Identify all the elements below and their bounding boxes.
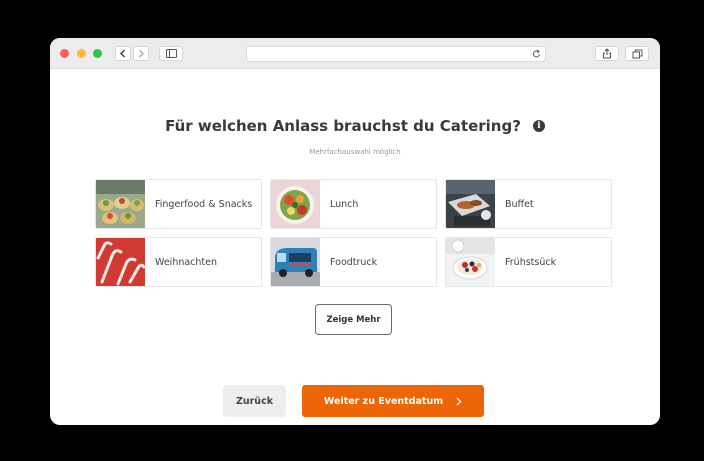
minimize-window-button[interactable] <box>77 49 86 58</box>
chevron-right-icon <box>456 397 462 405</box>
maximize-window-button[interactable] <box>93 49 102 58</box>
option-card-foodtruck[interactable]: Foodtruck <box>270 237 437 287</box>
close-window-button[interactable] <box>60 49 69 58</box>
option-card-fruehstueck[interactable]: Frühstsück <box>445 237 612 287</box>
browser-toolbar <box>50 38 660 69</box>
next-button-label: Weiter zu Eventdatum <box>323 395 444 407</box>
lunch-bowl-image <box>271 180 320 228</box>
fingerfood-image <box>96 180 145 228</box>
page-subtitle: Mehrfachauswahl möglich <box>309 148 401 156</box>
info-icon[interactable]: i <box>532 120 545 132</box>
option-card-weihnachten[interactable]: Weihnachten <box>95 237 262 287</box>
sidebar-icon <box>165 49 177 58</box>
forward-nav-button[interactable] <box>133 46 149 61</box>
tabs-overview-button[interactable] <box>625 46 649 61</box>
page-title: Für welchen Anlass brauchst du Catering? <box>165 117 521 135</box>
back-button[interactable]: Zurück <box>223 385 286 417</box>
tabs-icon <box>632 49 642 58</box>
option-label: Lunch <box>330 198 359 210</box>
buffet-image <box>446 180 495 228</box>
reload-icon[interactable] <box>532 49 541 59</box>
option-card-buffet[interactable]: Buffet <box>445 179 612 229</box>
option-label: Foodtruck <box>330 256 378 268</box>
show-more-button[interactable]: Zeige Mehr <box>315 304 392 335</box>
candy-cane-image <box>96 238 145 286</box>
chevron-right-icon <box>139 49 144 58</box>
share-icon <box>602 48 612 59</box>
chevron-left-icon <box>120 49 125 58</box>
sidebar-toggle-button[interactable] <box>159 46 183 61</box>
option-label: Buffet <box>505 198 534 210</box>
back-nav-button[interactable] <box>115 46 131 61</box>
option-card-lunch[interactable]: Lunch <box>270 179 437 229</box>
option-label: Fingerfood & Snacks <box>155 198 253 210</box>
next-button[interactable]: Weiter zu Eventdatum <box>302 385 484 417</box>
foodtruck-image <box>271 238 320 286</box>
browser-window: Für welchen Anlass brauchst du Catering?… <box>50 38 660 425</box>
option-label: Frühstsück <box>505 256 557 268</box>
option-label: Weihnachten <box>155 256 218 268</box>
question-heading: Für welchen Anlass brauchst du Catering?… <box>50 117 660 135</box>
breakfast-image <box>446 238 495 286</box>
share-button[interactable] <box>595 46 619 61</box>
url-bar[interactable] <box>246 46 546 62</box>
option-card-fingerfood[interactable]: Fingerfood & Snacks <box>95 179 262 229</box>
